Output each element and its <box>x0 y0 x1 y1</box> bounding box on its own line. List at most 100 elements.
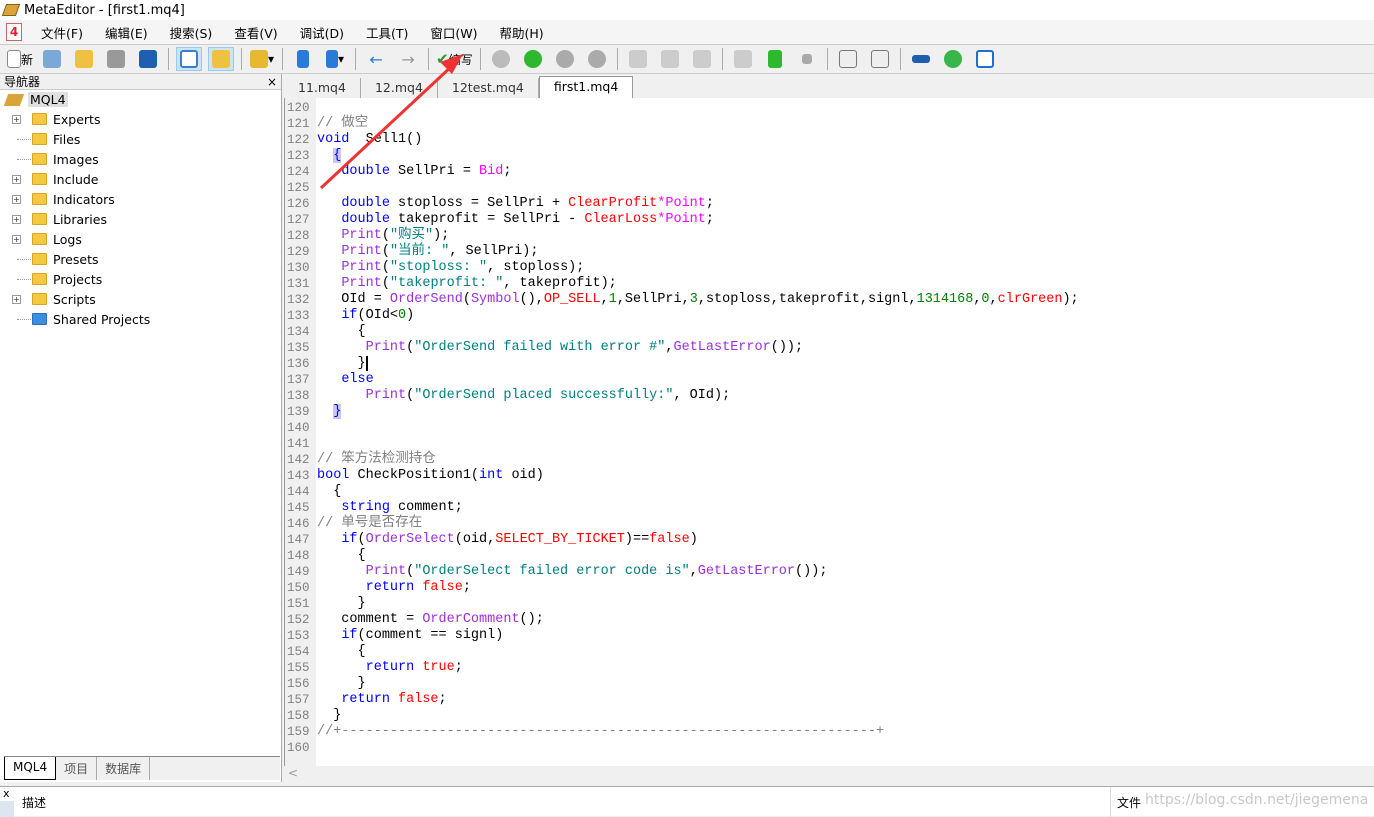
expand-icon[interactable]: + <box>12 195 21 204</box>
editor-tabs: 11.mq4 12.mq4 12test.mq4 first1.mq4 <box>284 76 634 98</box>
horizontal-scrollbar[interactable]: < <box>284 766 1374 782</box>
code-editor[interactable]: 120 121// 做空 122 void Sell1() 123 {124 doubl… <box>284 98 1374 766</box>
menu-item[interactable]: 帮助(H) <box>489 23 555 42</box>
code-text: } <box>316 676 366 692</box>
styler-button[interactable]: ▾ <box>249 47 275 71</box>
code-token: 0 <box>981 292 990 307</box>
profile-stop-button[interactable] <box>794 47 820 71</box>
tree-connector <box>17 159 31 160</box>
tree-item-experts[interactable]: + Experts <box>0 109 281 129</box>
code-line: 151 } <box>284 596 1079 612</box>
insert-function-button[interactable]: ▾ <box>322 47 348 71</box>
editor-tab[interactable]: 12.mq4 <box>361 78 438 98</box>
step-over-button[interactable] <box>657 47 683 71</box>
find-button[interactable] <box>867 47 893 71</box>
menu-item[interactable]: 查看(V) <box>223 23 288 42</box>
tree-item-projects[interactable]: Projects <box>0 269 281 289</box>
new-button[interactable]: 新 <box>7 47 33 71</box>
code-text: Print("OrderSend failed with error #",Ge… <box>316 340 804 356</box>
navigator-toggle-button[interactable] <box>176 47 203 71</box>
compile-button[interactable]: ✔ 编写 <box>436 47 473 71</box>
insert-variable-button[interactable] <box>290 47 316 71</box>
code-token: ; <box>705 196 714 211</box>
toolbox-toggle-button[interactable] <box>208 47 235 71</box>
terminal-button[interactable] <box>972 47 998 71</box>
tree-item-images[interactable]: Images <box>0 149 281 169</box>
code-token: { <box>317 484 342 499</box>
editor-tab[interactable]: 12test.mq4 <box>438 78 539 98</box>
column-header-description[interactable]: 描述 <box>22 794 46 811</box>
tree-item-presets[interactable]: Presets <box>0 249 281 269</box>
comb-icon <box>911 55 930 63</box>
storage-button[interactable] <box>940 47 966 71</box>
tree-item-include[interactable]: + Include <box>0 169 281 189</box>
expand-icon[interactable]: + <box>12 175 21 184</box>
save-button[interactable] <box>103 47 129 71</box>
navigator-title: 导航器 <box>4 75 41 89</box>
code-token: clrGreen <box>997 292 1063 307</box>
editor-tab[interactable]: 11.mq4 <box>284 78 361 98</box>
code-token: } <box>317 708 342 723</box>
menu-item[interactable]: 调试(D) <box>289 23 355 42</box>
mql4-folder-icon <box>3 93 25 106</box>
menu-item[interactable]: 工具(T) <box>355 23 419 42</box>
tree-item-shared-projects[interactable]: Shared Projects <box>0 309 281 329</box>
stop-button[interactable] <box>584 47 610 71</box>
tree-item-logs[interactable]: + Logs <box>0 229 281 249</box>
compile-label: 编写 <box>448 52 473 67</box>
nav-tab[interactable]: 数据库 <box>97 757 151 780</box>
code-token: ,stoploss,takeprofit,signl, <box>697 292 917 307</box>
code-token: } <box>317 676 366 691</box>
new-project-button[interactable] <box>39 47 65 71</box>
nav-tab[interactable]: 项目 <box>56 757 98 780</box>
column-header-file[interactable]: 文件 <box>1110 787 1147 817</box>
tree-item-indicators[interactable]: + Indicators <box>0 189 281 209</box>
toolbox-close-button[interactable]: x <box>3 787 10 800</box>
navigator-close-button[interactable]: × <box>267 74 277 89</box>
code-token: bool <box>317 468 350 483</box>
expand-icon[interactable]: + <box>12 235 21 244</box>
code-token: ()); <box>795 564 828 579</box>
line-number: 150 <box>287 581 310 595</box>
profile-gray-button[interactable] <box>730 47 756 71</box>
expand-icon[interactable]: + <box>12 295 21 304</box>
menu-item[interactable]: 编辑(E) <box>94 23 159 42</box>
pause-button[interactable] <box>552 47 578 71</box>
code-token: comment = <box>317 612 423 627</box>
code-line: 142 // 笨方法检测持仓 <box>284 452 1079 468</box>
function-arrow-icon <box>326 50 338 68</box>
app-icon[interactable]: 4 <box>6 23 22 41</box>
forward-button[interactable]: → <box>395 47 421 71</box>
expand-icon[interactable]: + <box>12 215 21 224</box>
open-button[interactable] <box>71 47 97 71</box>
restart-button[interactable] <box>488 47 514 71</box>
start-debug-button[interactable] <box>520 47 546 71</box>
tree-item-files[interactable]: Files <box>0 129 281 149</box>
code-text: //+-------------------------------------… <box>316 724 884 740</box>
editor-tab[interactable]: first1.mq4 <box>538 76 634 98</box>
save-all-button[interactable] <box>135 47 161 71</box>
styler-comb-button[interactable] <box>908 47 934 71</box>
profile-button[interactable] <box>762 47 788 71</box>
scroll-left-button[interactable]: < <box>288 766 298 780</box>
back-button[interactable]: ← <box>363 47 389 71</box>
code-token: ( <box>381 276 390 291</box>
line-number: 144 <box>287 485 310 499</box>
tree-item-libraries[interactable]: + Libraries <box>0 209 281 229</box>
menu-item[interactable]: 搜索(S) <box>159 23 224 42</box>
step-into-button[interactable] <box>625 47 651 71</box>
tree-item-label: Files <box>53 131 81 147</box>
code-text: void Sell1() <box>316 132 422 148</box>
step-out-button[interactable] <box>689 47 715 71</box>
menu-item[interactable]: 窗口(W) <box>419 23 488 42</box>
arrow-right-icon: → <box>401 49 415 69</box>
code-token: ) <box>406 308 415 323</box>
line-number: 147 <box>287 533 310 547</box>
nav-tab[interactable]: MQL4 <box>4 757 57 780</box>
tree-root-mql4[interactable]: MQL4 <box>0 90 281 109</box>
expand-icon[interactable]: + <box>12 115 21 124</box>
copy-button[interactable] <box>835 47 861 71</box>
menu-item[interactable]: 文件(F) <box>30 23 94 42</box>
tree-item-scripts[interactable]: + Scripts <box>0 289 281 309</box>
